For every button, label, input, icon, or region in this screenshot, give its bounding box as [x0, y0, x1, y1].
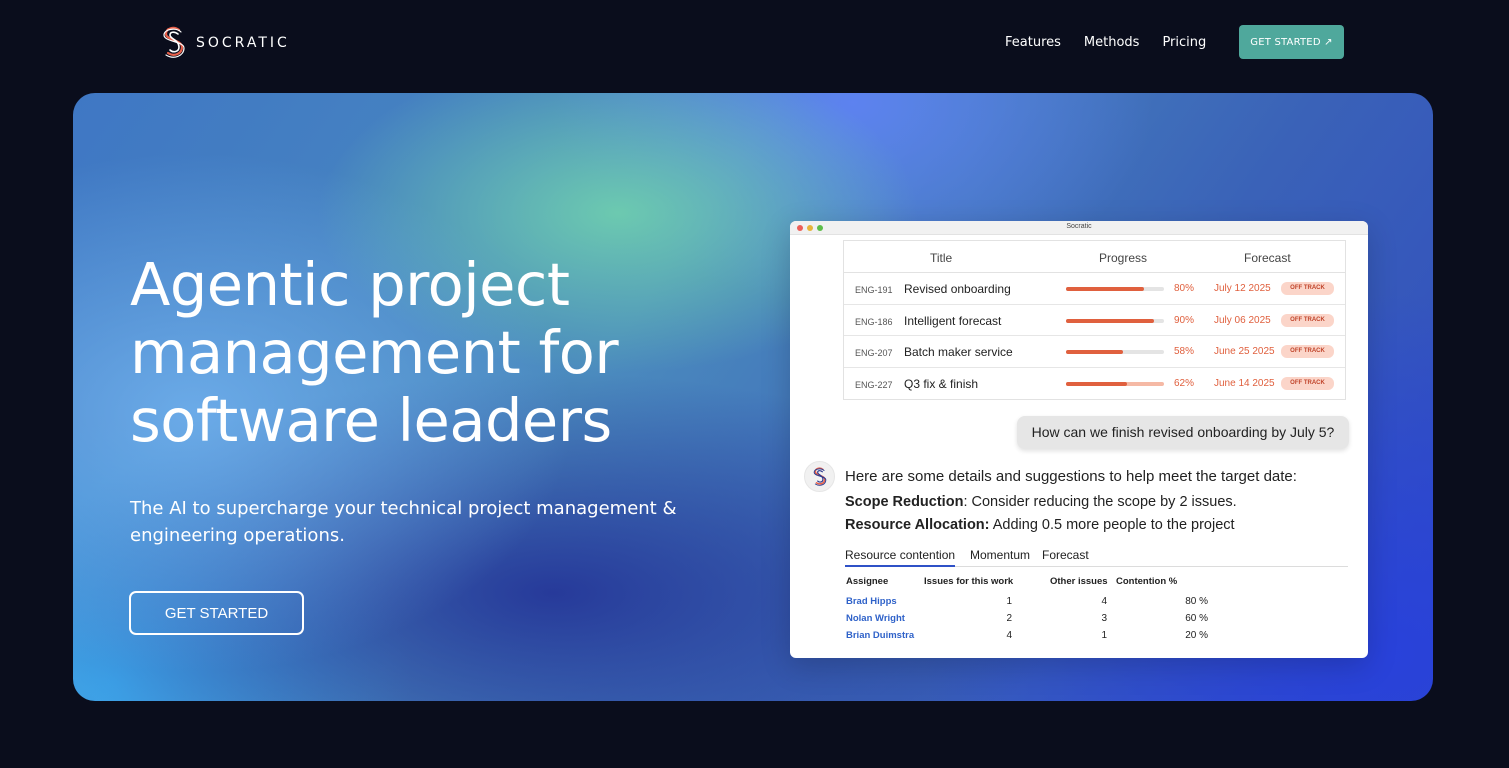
header-issues: Issues for this work — [924, 576, 1014, 587]
socratic-logo-icon — [813, 466, 826, 486]
tab-resource-contention[interactable]: Resource contention — [845, 548, 956, 567]
nav-links: Features Methods Pricing — [1005, 35, 1229, 50]
contention-percent: 20 % — [1185, 630, 1208, 641]
progress-fill — [1066, 381, 1127, 386]
progress-percent: 80% — [1174, 283, 1195, 294]
progress-bar — [1066, 318, 1164, 323]
progress-percent: 58% — [1174, 346, 1195, 357]
column-title: Title — [930, 251, 953, 265]
forecast-date: July 06 2025 — [1214, 314, 1271, 326]
tab-momentum[interactable]: Momentum — [970, 548, 1030, 562]
issue-title: Intelligent forecast — [904, 313, 1002, 328]
progress-bar — [1066, 350, 1164, 354]
header-other-issues: Other issues — [1050, 576, 1108, 587]
issue-id: ENG-227 — [855, 379, 893, 390]
table-row[interactable]: ENG-191 Revised onboarding 80% July 12 2… — [844, 273, 1345, 305]
socratic-logo-icon — [163, 26, 185, 58]
forecast-date: June 25 2025 — [1214, 346, 1275, 357]
progress-fill — [1066, 318, 1155, 323]
table-row[interactable]: ENG-207 Batch maker service 58% June 25 … — [844, 336, 1345, 368]
other-issues-count: 3 — [1101, 613, 1107, 624]
user-question-bubble: How can we finish revised onboarding by … — [1017, 416, 1349, 449]
status-badge: OFF TRACK — [1281, 313, 1334, 327]
issue-id: ENG-191 — [855, 285, 893, 295]
suggestion-text: Adding 0.5 more people to the project — [989, 517, 1235, 533]
nav-link-methods[interactable]: Methods — [1084, 35, 1140, 50]
app-window-mockup: Socratic Title Progress Forecast ENG-191… — [790, 221, 1368, 658]
assistant-answer-intro: Here are some details and suggestions to… — [845, 468, 1297, 485]
suggestion-text: : Consider reducing the scope by 2 issue… — [963, 494, 1237, 510]
header-assignee: Assignee — [846, 576, 889, 587]
window-titlebar: Socratic — [790, 221, 1368, 235]
issues-count: 4 — [1006, 630, 1012, 641]
nav-link-features[interactable]: Features — [1005, 35, 1061, 50]
project-table: Title Progress Forecast ENG-191 Revised … — [843, 240, 1346, 400]
table-row[interactable]: ENG-186 Intelligent forecast 90% July 06… — [844, 305, 1345, 336]
brand-name: SOCRATIC — [196, 35, 290, 51]
hero-headline: Agentic project management for software … — [130, 250, 619, 455]
suggestion-label: Resource Allocation: — [845, 517, 990, 533]
assignee-link[interactable]: Brian Duimstra — [846, 630, 914, 641]
progress-percent: 90% — [1174, 314, 1195, 326]
window-title: Socratic — [1066, 223, 1092, 230]
assistant-avatar — [804, 461, 835, 492]
status-badge: OFF TRACK — [1281, 376, 1334, 390]
issue-id: ENG-186 — [855, 316, 893, 327]
progress-fill — [1066, 350, 1123, 354]
tab-forecast[interactable]: Forecast — [1042, 548, 1089, 562]
nav-get-started-button[interactable]: GET STARTED ↗ — [1239, 25, 1344, 59]
hero-section: Agentic project management for software … — [73, 93, 1433, 701]
issue-id: ENG-207 — [855, 348, 893, 358]
other-issues-count: 1 — [1101, 630, 1107, 641]
forecast-date: June 14 2025 — [1214, 377, 1275, 389]
progress-bar — [1066, 287, 1164, 291]
nav-link-pricing[interactable]: Pricing — [1162, 35, 1206, 50]
status-badge: OFF TRACK — [1281, 282, 1334, 295]
other-issues-count: 4 — [1101, 596, 1107, 607]
issues-count: 1 — [1006, 596, 1012, 607]
progress-fill — [1066, 287, 1145, 291]
progress-bar — [1066, 381, 1164, 386]
hero-subhead: The AI to supercharge your technical pro… — [130, 498, 677, 546]
table-header: Title Progress Forecast — [844, 241, 1345, 273]
issue-title: Batch maker service — [904, 345, 1013, 359]
assignee-link[interactable]: Brad Hipps — [846, 596, 897, 607]
top-nav: SOCRATIC Features Methods Pricing GET ST… — [0, 0, 1509, 85]
header-contention: Contention % — [1116, 576, 1178, 587]
contention-percent: 80 % — [1185, 596, 1208, 607]
contention-percent: 60 % — [1185, 613, 1208, 624]
progress-percent: 62% — [1174, 377, 1195, 389]
table-row[interactable]: ENG-227 Q3 fix & finish 62% June 14 2025… — [844, 368, 1345, 400]
analysis-tabs: Resource contention Momentum Forecast — [845, 548, 1348, 567]
forecast-date: July 12 2025 — [1214, 283, 1271, 294]
column-progress: Progress — [1099, 251, 1148, 265]
suggestion-scope: Scope Reduction: Consider reducing the s… — [845, 494, 1237, 510]
suggestion-resource: Resource Allocation: Adding 0.5 more peo… — [845, 517, 1235, 533]
issues-count: 2 — [1006, 613, 1012, 624]
issue-title: Revised onboarding — [904, 282, 1011, 296]
hero-get-started-button[interactable]: GET STARTED — [129, 591, 304, 635]
assignee-link[interactable]: Nolan Wright — [846, 613, 905, 624]
suggestion-label: Scope Reduction — [845, 494, 964, 510]
column-forecast: Forecast — [1244, 251, 1291, 265]
status-badge: OFF TRACK — [1281, 345, 1334, 358]
brand-logo[interactable]: SOCRATIC — [162, 25, 290, 61]
issue-title: Q3 fix & finish — [904, 376, 979, 391]
